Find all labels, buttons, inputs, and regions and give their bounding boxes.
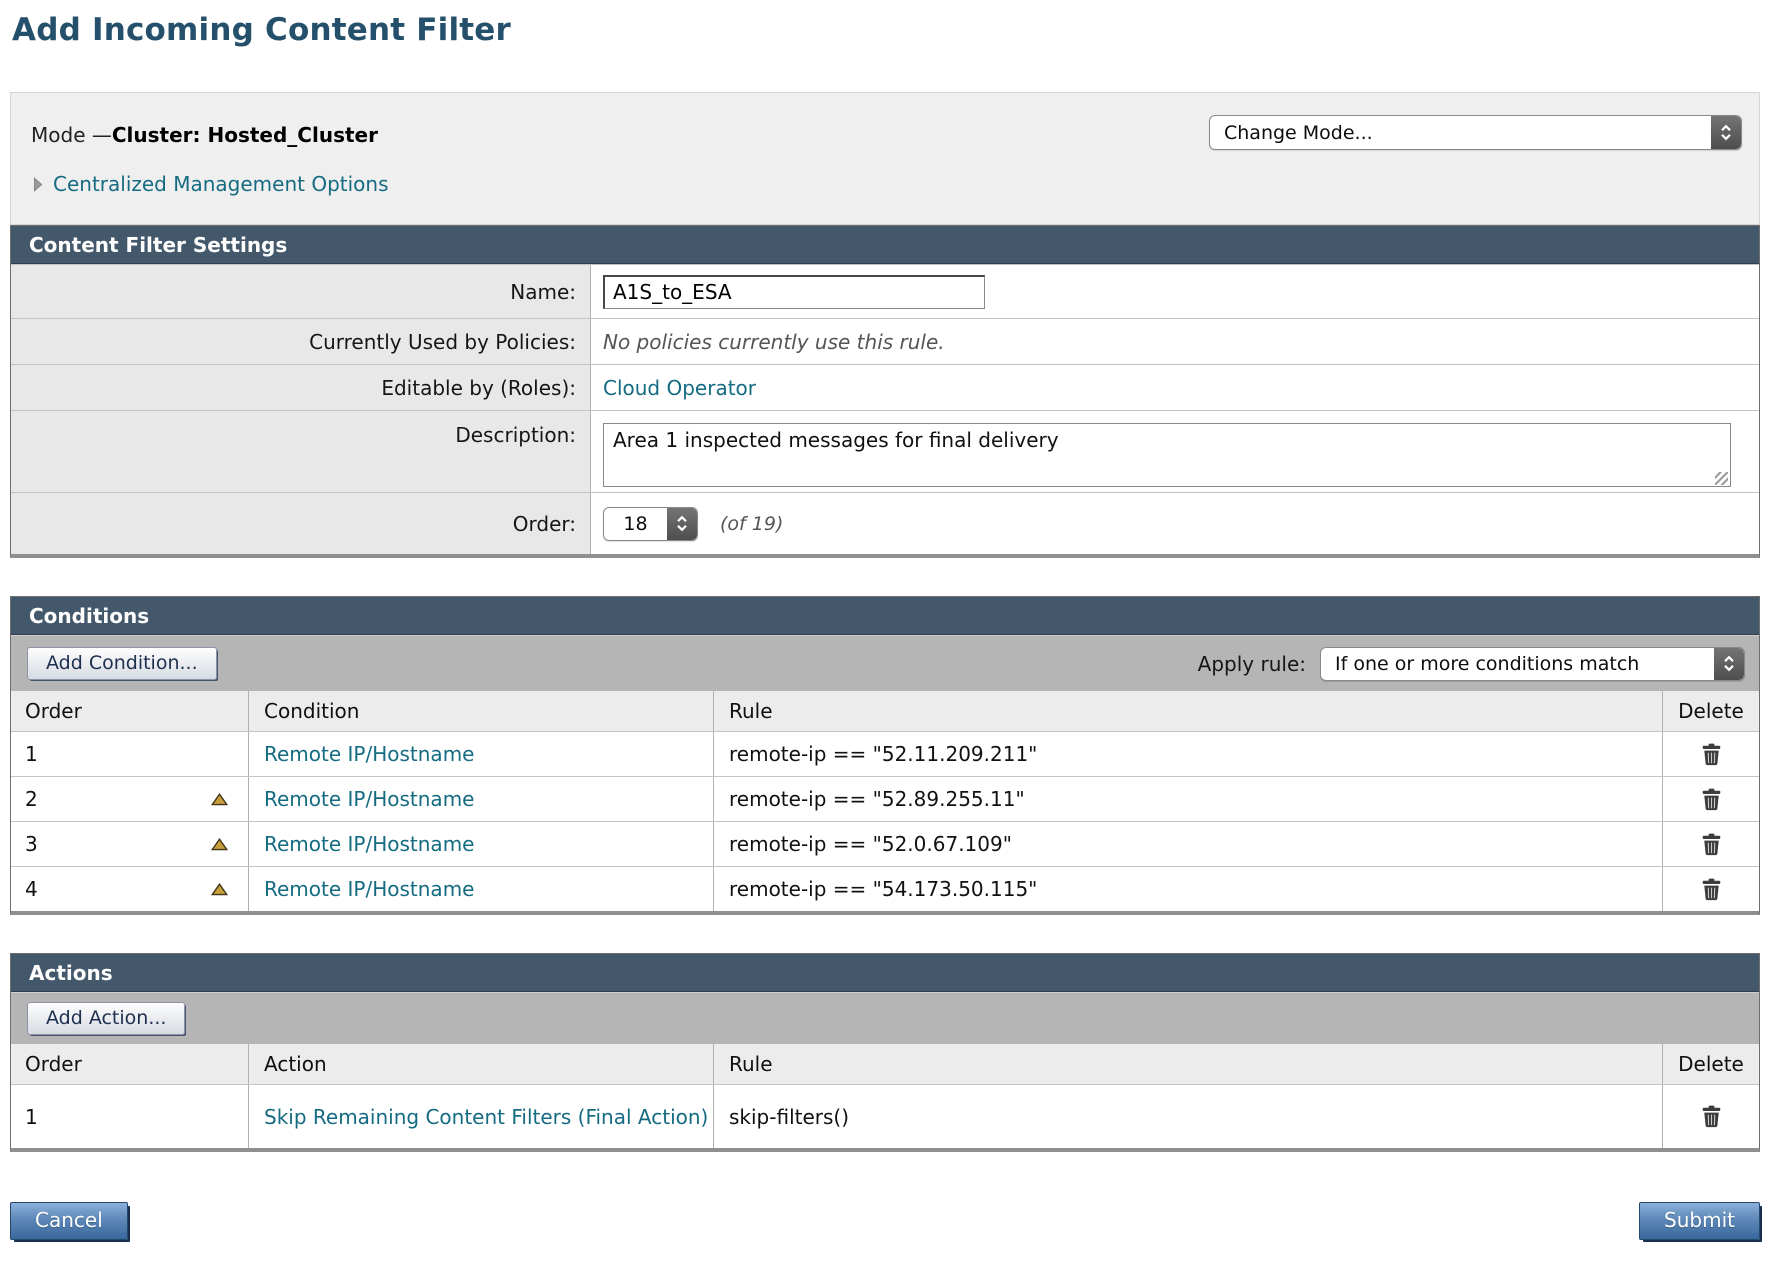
order-selected-value: 18 — [604, 508, 667, 540]
move-up-icon — [211, 883, 228, 896]
centralized-management-toggle[interactable]: Centralized Management Options — [31, 172, 1742, 196]
delete-condition-button[interactable] — [1699, 876, 1724, 903]
mode-value: Cluster: Hosted_Cluster — [112, 123, 378, 147]
condition-order: 3 — [25, 832, 38, 856]
actions-table-header: Order Action Rule Delete — [11, 1044, 1759, 1084]
page: Add Incoming Content Filter Mode —Cluste… — [0, 0, 1770, 1240]
delete-condition-button[interactable] — [1699, 831, 1724, 858]
move-up-button[interactable] — [209, 881, 230, 898]
mode-text: Mode —Cluster: Hosted_Cluster — [31, 119, 378, 147]
settings-section-header: Content Filter Settings — [11, 226, 1759, 264]
condition-order: 4 — [25, 877, 38, 901]
order-label: Order: — [11, 493, 591, 554]
settings-section-title: Content Filter Settings — [29, 233, 287, 257]
apply-rule-label: Apply rule: — [1198, 652, 1306, 676]
trash-icon — [1701, 878, 1722, 901]
condition-rule: remote-ip == "52.11.209.211" — [713, 732, 1662, 776]
condition-order: 2 — [25, 787, 38, 811]
order-total-note: (of 19) — [720, 513, 783, 535]
name-row: Name: — [11, 264, 1759, 318]
actions-col-order: Order — [11, 1044, 248, 1084]
conditions-section-title: Conditions — [29, 604, 149, 628]
trash-icon — [1701, 788, 1722, 811]
footer-buttons: Cancel Submit — [10, 1202, 1760, 1240]
conditions-toolbar: Add Condition... Apply rule: If one or m… — [11, 635, 1759, 691]
trash-icon — [1701, 833, 1722, 856]
conditions-table-header: Order Condition Rule Delete — [11, 691, 1759, 731]
content-filter-settings-section: Content Filter Settings Name: Currently … — [10, 225, 1760, 558]
mode-label: Mode — — [31, 123, 112, 147]
conditions-col-order: Order — [11, 691, 248, 731]
conditions-col-delete: Delete — [1662, 691, 1759, 731]
condition-order: 1 — [25, 742, 38, 766]
name-input[interactable] — [603, 275, 985, 309]
condition-row: 4 Remote IP/Hostname remote-ip == "54.17… — [11, 866, 1759, 911]
order-row: Order: 18 (of 19) — [11, 492, 1759, 554]
condition-rule: remote-ip == "52.89.255.11" — [713, 777, 1662, 821]
policies-value: No policies currently use this rule. — [603, 330, 945, 354]
page-title: Add Incoming Content Filter — [12, 12, 1760, 48]
actions-section-header: Actions — [11, 954, 1759, 992]
conditions-section: Conditions Add Condition... Apply rule: … — [10, 596, 1760, 915]
actions-section: Actions Add Action... Order Action Rule … — [10, 953, 1760, 1152]
actions-toolbar: Add Action... — [11, 992, 1759, 1044]
disclosure-triangle-icon — [33, 177, 43, 192]
move-up-icon — [211, 838, 228, 851]
trash-icon — [1701, 743, 1722, 766]
policies-row: Currently Used by Policies: No policies … — [11, 318, 1759, 364]
action-row: 1 Skip Remaining Content Filters (Final … — [11, 1084, 1759, 1148]
change-mode-selected-value: Change Mode... — [1210, 116, 1711, 149]
move-up-icon — [211, 793, 228, 806]
mode-panel: Mode —Cluster: Hosted_Cluster Change Mod… — [10, 92, 1760, 225]
editable-roles-link[interactable]: Cloud Operator — [603, 376, 756, 400]
condition-row: 1 Remote IP/Hostname remote-ip == "52.11… — [11, 731, 1759, 776]
condition-rule: remote-ip == "52.0.67.109" — [713, 822, 1662, 866]
policies-label: Currently Used by Policies: — [11, 319, 591, 364]
description-row: Description: Area 1 inspected messages f… — [11, 410, 1759, 492]
delete-condition-button[interactable] — [1699, 741, 1724, 768]
move-up-button[interactable] — [209, 791, 230, 808]
add-action-button[interactable]: Add Action... — [27, 1002, 185, 1035]
add-condition-button[interactable]: Add Condition... — [27, 647, 217, 680]
select-spinner-icon — [667, 508, 697, 540]
select-spinner-icon — [1711, 116, 1741, 149]
condition-row: 3 Remote IP/Hostname remote-ip == "52.0.… — [11, 821, 1759, 866]
action-rule: skip-filters() — [713, 1085, 1662, 1148]
apply-rule-selected-value: If one or more conditions match — [1321, 648, 1714, 680]
conditions-col-condition: Condition — [248, 691, 713, 731]
conditions-section-header: Conditions — [11, 597, 1759, 635]
actions-col-action: Action — [248, 1044, 713, 1084]
editable-roles-label: Editable by (Roles): — [11, 365, 591, 410]
name-label: Name: — [11, 265, 591, 318]
actions-section-title: Actions — [29, 961, 113, 985]
select-spinner-icon — [1714, 648, 1744, 680]
cancel-button[interactable]: Cancel — [10, 1202, 128, 1240]
apply-rule-group: Apply rule: If one or more conditions ma… — [1198, 647, 1745, 681]
delete-condition-button[interactable] — [1699, 786, 1724, 813]
condition-link[interactable]: Remote IP/Hostname — [264, 786, 474, 812]
condition-link[interactable]: Remote IP/Hostname — [264, 741, 474, 767]
condition-row: 2 Remote IP/Hostname remote-ip == "52.89… — [11, 776, 1759, 821]
mode-row: Mode —Cluster: Hosted_Cluster Change Mod… — [31, 115, 1742, 150]
submit-button[interactable]: Submit — [1639, 1202, 1760, 1240]
actions-col-delete: Delete — [1662, 1044, 1759, 1084]
condition-link[interactable]: Remote IP/Hostname — [264, 831, 474, 857]
condition-link[interactable]: Remote IP/Hostname — [264, 876, 474, 902]
actions-col-rule: Rule — [713, 1044, 1662, 1084]
apply-rule-select[interactable]: If one or more conditions match — [1320, 647, 1745, 681]
conditions-col-rule: Rule — [713, 691, 1662, 731]
description-input[interactable]: Area 1 inspected messages for final deli… — [603, 423, 1731, 487]
condition-rule: remote-ip == "54.173.50.115" — [713, 867, 1662, 911]
move-up-button[interactable] — [209, 836, 230, 853]
action-link[interactable]: Skip Remaining Content Filters (Final Ac… — [264, 1104, 708, 1130]
editable-roles-row: Editable by (Roles): Cloud Operator — [11, 364, 1759, 410]
action-order: 1 — [25, 1105, 38, 1129]
order-select[interactable]: 18 — [603, 507, 698, 541]
change-mode-select[interactable]: Change Mode... — [1209, 115, 1742, 150]
trash-icon — [1701, 1105, 1722, 1128]
centralized-management-link[interactable]: Centralized Management Options — [53, 172, 389, 196]
delete-action-button[interactable] — [1699, 1103, 1724, 1130]
description-label: Description: — [11, 411, 591, 492]
